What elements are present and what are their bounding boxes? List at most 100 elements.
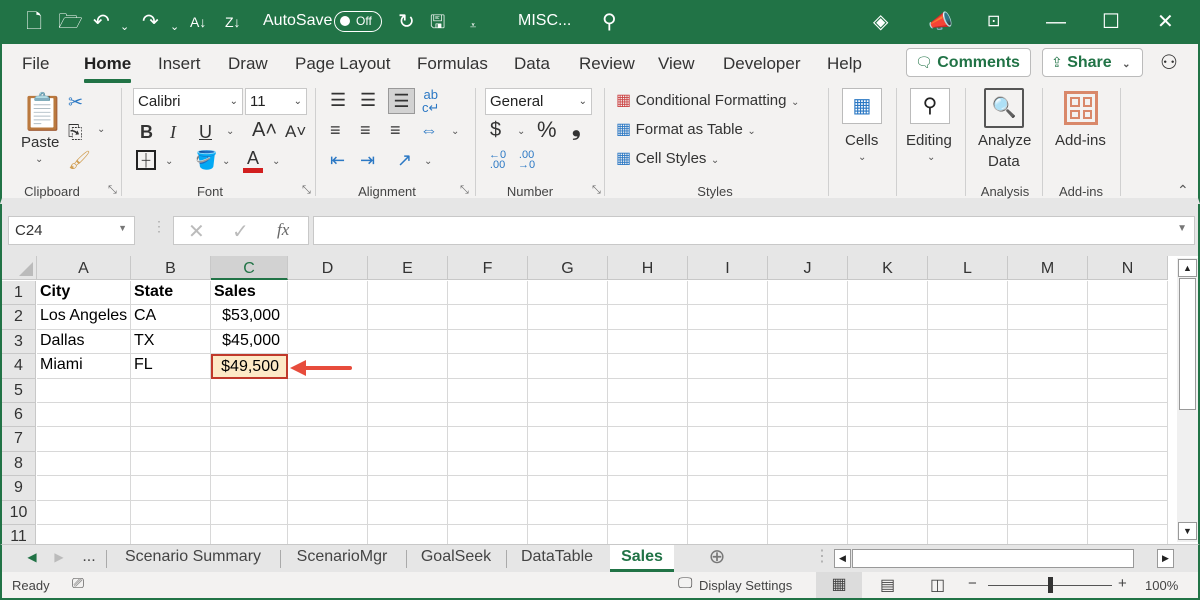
cell-styles-button[interactable]: ▦ Cell Styles ⌄: [616, 148, 719, 168]
cell-j2[interactable]: [768, 305, 848, 330]
cell-g8[interactable]: [528, 451, 608, 477]
cell-g6[interactable]: [528, 403, 608, 428]
decrease-font-size-icon[interactable]: A˅: [285, 122, 306, 142]
tab-help[interactable]: Help: [827, 54, 862, 74]
conditional-formatting-button[interactable]: ▦ Conditional Formatting ⌄: [616, 90, 799, 110]
sheet-tab-sales[interactable]: Sales: [610, 545, 674, 572]
cell-g3[interactable]: [528, 329, 608, 355]
column-header-g[interactable]: G: [528, 256, 608, 280]
cell-g4[interactable]: [528, 354, 608, 379]
tab-formulas[interactable]: Formulas: [417, 54, 488, 74]
search-icon[interactable]: ⚲: [602, 10, 617, 34]
cell-d8[interactable]: [288, 451, 368, 477]
sort-ascending-icon[interactable]: A↓: [190, 10, 206, 34]
cell-j3[interactable]: [768, 329, 848, 355]
cell-n7[interactable]: [1088, 427, 1168, 452]
cell-n9[interactable]: [1088, 476, 1168, 501]
tab-home[interactable]: Home: [84, 54, 132, 83]
display-settings-icon[interactable]: 🖵: [678, 575, 692, 592]
cell-f8[interactable]: [448, 451, 528, 477]
align-right-icon[interactable]: ≡: [390, 120, 401, 140]
select-all-button[interactable]: [2, 256, 37, 280]
analyze-data-label-line1[interactable]: Analyze: [978, 132, 1031, 149]
cell-k7[interactable]: [848, 427, 928, 452]
page-layout-view-icon[interactable]: ▤: [880, 575, 895, 595]
tab-page-layout[interactable]: Page Layout: [295, 54, 390, 74]
redo-icon[interactable]: ↷: [142, 10, 159, 34]
cells-icon[interactable]: ▦: [842, 88, 882, 124]
cell-b8[interactable]: [131, 451, 211, 477]
orientation-icon[interactable]: ↗: [397, 150, 412, 170]
cell-g10[interactable]: [528, 500, 608, 525]
cell-a8[interactable]: [37, 451, 131, 477]
more-sheets-button[interactable]: ...: [78, 545, 100, 572]
document-name[interactable]: MISC...: [518, 12, 571, 30]
column-header-h[interactable]: H: [608, 256, 688, 280]
cell-e1[interactable]: [368, 281, 448, 306]
column-header-n[interactable]: N: [1088, 256, 1168, 280]
decrease-indent-icon[interactable]: ⇤: [330, 150, 345, 170]
customize-toolbar-icon[interactable]: ⩡: [470, 14, 476, 38]
orientation-dropdown-icon[interactable]: ⌄: [424, 156, 432, 167]
editing-label[interactable]: Editing: [906, 132, 952, 149]
cell-e8[interactable]: [368, 451, 448, 477]
cell-n1[interactable]: [1088, 281, 1168, 306]
fill-color-dropdown-icon[interactable]: ⌄: [222, 156, 230, 167]
cell-i3[interactable]: [688, 329, 768, 355]
tab-draw[interactable]: Draw: [228, 54, 268, 74]
cell-f9[interactable]: [448, 476, 528, 501]
cells-dropdown-icon[interactable]: ⌄: [858, 152, 866, 163]
cell-j8[interactable]: [768, 451, 848, 477]
borders-icon[interactable]: ┼: [136, 150, 156, 170]
editing-search-icon[interactable]: ⚲: [910, 88, 950, 124]
cell-m5[interactable]: [1008, 378, 1088, 403]
cell-k3[interactable]: [848, 329, 928, 355]
column-header-j[interactable]: J: [768, 256, 848, 280]
cell-l8[interactable]: [928, 451, 1008, 477]
cell-a10[interactable]: [37, 500, 131, 525]
cell-b6[interactable]: [131, 403, 211, 428]
currency-button[interactable]: $: [490, 120, 501, 140]
format-as-table-button[interactable]: ▦ Format as Table ⌄: [616, 119, 756, 139]
sheet-tab-goalseek[interactable]: GoalSeek: [410, 545, 502, 572]
cell-g1[interactable]: [528, 281, 608, 306]
redo-dropdown-icon[interactable]: ⌄: [170, 15, 179, 39]
page-break-view-icon[interactable]: ◫: [930, 575, 945, 595]
decrease-decimal-icon[interactable]: .00 →0: [518, 150, 535, 171]
zoom-percent[interactable]: 100%: [1145, 578, 1178, 593]
cell-m6[interactable]: [1008, 403, 1088, 428]
row-header-2[interactable]: 2: [2, 305, 36, 330]
paste-icon[interactable]: 📋: [20, 92, 65, 132]
column-header-d[interactable]: D: [288, 256, 368, 280]
currency-dropdown-icon[interactable]: ⌄: [517, 126, 525, 137]
cell-f1[interactable]: [448, 281, 528, 306]
add-ins-button-label[interactable]: Add-ins: [1055, 132, 1106, 149]
merge-center-icon[interactable]: ⇔: [420, 120, 438, 140]
cell-m8[interactable]: [1008, 451, 1088, 477]
column-header-i[interactable]: I: [688, 256, 768, 280]
cell-c10[interactable]: [211, 500, 288, 525]
cell-h1[interactable]: [608, 281, 688, 306]
cell-h2[interactable]: [608, 305, 688, 330]
cell-c4[interactable]: $49,500: [211, 354, 288, 379]
new-file-icon[interactable]: 🗋: [26, 10, 42, 34]
cell-a6[interactable]: [37, 403, 131, 428]
share-button[interactable]: ⇪ Share ⌄: [1042, 48, 1143, 77]
tab-review[interactable]: Review: [579, 54, 635, 74]
cell-a7[interactable]: [37, 427, 131, 452]
tab-insert[interactable]: Insert: [158, 54, 201, 74]
cell-k9[interactable]: [848, 476, 928, 501]
sheet-tab-scenario-summary[interactable]: Scenario Summary: [110, 545, 276, 572]
align-left-icon[interactable]: ≡: [330, 120, 341, 140]
cell-l1[interactable]: [928, 281, 1008, 306]
font-name-select[interactable]: Calibri ⌄: [133, 88, 243, 115]
cell-k10[interactable]: [848, 500, 928, 525]
cell-d7[interactable]: [288, 427, 368, 452]
row-header-6[interactable]: 6: [2, 403, 36, 428]
cell-d6[interactable]: [288, 403, 368, 428]
align-bottom-icon[interactable]: ☰: [388, 88, 415, 114]
cell-i6[interactable]: [688, 403, 768, 428]
cell-b2[interactable]: CA: [131, 305, 211, 330]
tab-view[interactable]: View: [658, 54, 695, 74]
cell-m2[interactable]: [1008, 305, 1088, 330]
